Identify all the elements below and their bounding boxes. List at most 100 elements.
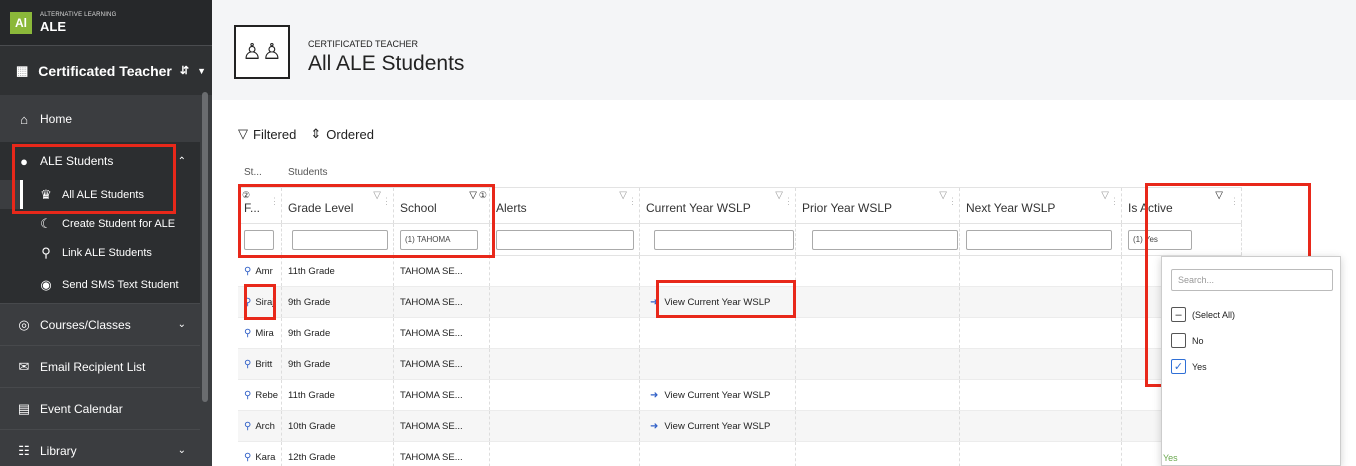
alerts-cell — [490, 349, 640, 379]
checkbox-unchecked-icon[interactable] — [1171, 333, 1186, 348]
search-icon[interactable]: ⚲ — [244, 452, 251, 463]
brand-name: ALE — [40, 19, 66, 34]
column-menu-icon[interactable]: ⋮ — [784, 196, 793, 207]
table-row[interactable]: ⚲ Arch 10th Grade TAHOMA SE... ➜ View Current… — [238, 411, 1242, 442]
sidebar-item-email-list[interactable]: ✉ Email Recipient List — [0, 345, 200, 387]
student-name-cell[interactable]: ⚲ Amr — [238, 256, 282, 286]
brand[interactable]: Al ALTERNATIVE LEARNING ALE — [0, 0, 212, 45]
option-select-all[interactable]: – (Select All) — [1171, 307, 1235, 322]
checkbox-checked-icon[interactable]: ✓ — [1171, 359, 1186, 374]
ordered-toggle[interactable]: ⇕ Ordered — [310, 126, 374, 142]
sidebar-item-create-student[interactable]: ☾ Create Student for ALE — [0, 209, 200, 238]
column-menu-icon[interactable]: ⋮ — [628, 196, 637, 207]
filter-active-icon[interactable]: ▽ — [469, 190, 477, 201]
search-icon[interactable]: ⚲ — [244, 421, 251, 432]
view-current-wslp-link[interactable]: ➜ View Current Year WSLP — [650, 390, 770, 401]
student-name-cell[interactable]: ⚲ Mira — [238, 318, 282, 348]
search-icon[interactable]: ⚲ — [244, 359, 251, 370]
grid-toolbar: ▽ Filtered ⇕ Ordered — [238, 126, 374, 142]
first-filter-input[interactable] — [244, 229, 274, 250]
column-header-first[interactable]: ② F... ⋮ — [238, 188, 282, 223]
student-name: Rebe — [255, 389, 279, 401]
filter-icon[interactable]: ▽ — [1101, 190, 1109, 201]
student-name-cell[interactable]: ⚲ Rebe — [238, 380, 282, 410]
school-cell: TAHOMA SE... — [394, 318, 490, 348]
filter-icon[interactable]: ▽ — [619, 190, 627, 201]
calendar-icon: ▤ — [17, 400, 31, 416]
alerts-filter-input[interactable] — [496, 229, 634, 250]
sidebar-scrollbar[interactable] — [202, 92, 208, 402]
search-icon[interactable]: ⚲ — [244, 266, 251, 277]
current-wslp-cell — [640, 256, 796, 286]
option-no[interactable]: No — [1171, 333, 1204, 348]
table-row[interactable]: ⚲ Mira 9th Grade TAHOMA SE... — [238, 318, 1242, 349]
column-menu-icon[interactable]: ⋮ — [270, 196, 279, 207]
sidebar-item-library[interactable]: ☷ Library ⌄ — [0, 429, 200, 466]
option-yes[interactable]: ✓ Yes — [1171, 359, 1207, 374]
column-menu-icon[interactable]: ⋮ — [1230, 196, 1239, 207]
table-row[interactable]: ⚲ Rebe 11th Grade TAHOMA SE... ➜ View Current… — [238, 380, 1242, 411]
view-current-wslp-link[interactable]: ➜ View Current Year WSLP — [650, 297, 770, 308]
school-name: TAHOMA SE... — [400, 420, 463, 432]
student-name-cell[interactable]: ⚲ Britt — [238, 349, 282, 379]
column-menu-icon[interactable]: ⋮ — [1110, 196, 1119, 207]
column-header-next-year-wslp[interactable]: Next Year WSLP ▽ ⋮ — [960, 188, 1122, 223]
table-row[interactable]: ⚲ Britt 9th Grade TAHOMA SE... — [238, 349, 1242, 380]
column-header-current-year-wslp[interactable]: Current Year WSLP ▽ ⋮ — [640, 188, 796, 223]
search-icon[interactable]: ⚲ — [244, 297, 251, 308]
prior-wslp-filter-input[interactable] — [812, 229, 958, 250]
sidebar-item-label: Create Student for ALE — [62, 217, 176, 230]
filter-cell — [282, 224, 394, 255]
user-icon: ● — [20, 153, 28, 169]
school-cell: TAHOMA SE... — [394, 411, 490, 441]
chevron-up-icon: ⌃ — [177, 155, 186, 167]
table-row[interactable]: ⚲ Amr 11th Grade TAHOMA SE... — [238, 256, 1242, 287]
option-label: No — [1192, 335, 1204, 346]
filter-search-input[interactable]: Search... — [1171, 269, 1333, 291]
sidebar-item-all-ale-students[interactable]: ♛ All ALE Students — [20, 180, 200, 209]
sidebar-item-event-calendar[interactable]: ▤ Event Calendar — [0, 387, 200, 429]
checkbox-indeterminate-icon[interactable]: – — [1171, 307, 1186, 322]
sidebar-item-courses[interactable]: ◎ Courses/Classes ⌄ — [0, 303, 200, 345]
column-header-school[interactable]: School ▽ ① — [394, 188, 490, 223]
sidebar-item-send-sms[interactable]: ◉ Send SMS Text Student — [0, 267, 200, 303]
brand-tagline: ALTERNATIVE LEARNING — [40, 12, 117, 18]
filter-cell: (1) TAHOMA — [394, 224, 490, 255]
column-menu-icon[interactable]: ⋮ — [948, 196, 957, 207]
sidebar-item-home[interactable]: ⌂ Home — [0, 96, 200, 142]
student-name-cell[interactable]: ⚲ Siraj — [238, 287, 282, 317]
sidebar-item-ale-students[interactable]: ● ALE Students ⌃ — [0, 142, 200, 180]
grade-level-filter-input[interactable] — [292, 229, 388, 250]
column-header-alerts[interactable]: Alerts ▽ ⋮ — [490, 188, 640, 223]
view-current-wslp-link[interactable]: ➜ View Current Year WSLP — [650, 421, 770, 432]
is-active-filter-input[interactable]: (1) Yes — [1128, 229, 1192, 250]
student-name-cell[interactable]: ⚲ Kara — [238, 442, 282, 466]
grade-level: 11th Grade — [288, 265, 335, 277]
filtered-toggle[interactable]: ▽ Filtered — [238, 126, 296, 142]
search-icon[interactable]: ⚲ — [244, 328, 251, 339]
current-wslp-cell: ➜ View Current Year WSLP — [640, 287, 796, 317]
student-name-cell[interactable]: ⚲ Arch — [238, 411, 282, 441]
table-row[interactable]: ⚲ Kara 12th Grade TAHOMA SE... — [238, 442, 1242, 466]
column-header-prior-year-wslp[interactable]: Prior Year WSLP ▽ ⋮ — [796, 188, 960, 223]
column-header-label: Grade Level — [288, 201, 354, 215]
table-row[interactable]: ⚲ Siraj 9th Grade TAHOMA SE... ➜ View Current… — [238, 287, 1242, 318]
column-menu-icon[interactable]: ⋮ — [382, 196, 391, 207]
current-wslp-filter-input[interactable] — [654, 229, 794, 250]
filter-active-icon[interactable]: ▽ — [1215, 190, 1223, 201]
filter-icon[interactable]: ▽ — [939, 190, 947, 201]
role-selector[interactable]: ▦ Certificated Teacher ⇵ ▼ — [0, 45, 212, 95]
sidebar-item-label: Event Calendar — [40, 401, 123, 416]
school-name: TAHOMA SE... — [400, 358, 463, 370]
sidebar-item-link-students[interactable]: ⚲ Link ALE Students — [0, 238, 200, 267]
switch-role-icon[interactable]: ⇵ — [180, 64, 189, 77]
group-students: Students — [288, 167, 328, 178]
school-filter-input[interactable]: (1) TAHOMA — [400, 229, 478, 250]
column-header-is-active[interactable]: Is Active ▽ ⋮ — [1122, 188, 1242, 223]
search-icon[interactable]: ⚲ — [244, 390, 251, 401]
filter-icon[interactable]: ▽ — [775, 190, 783, 201]
filter-icon[interactable]: ▽ — [373, 190, 381, 201]
column-header-grade-level[interactable]: Grade Level ▽ ⋮ — [282, 188, 394, 223]
next-wslp-filter-input[interactable] — [966, 229, 1112, 250]
prior-wslp-cell — [796, 287, 960, 317]
